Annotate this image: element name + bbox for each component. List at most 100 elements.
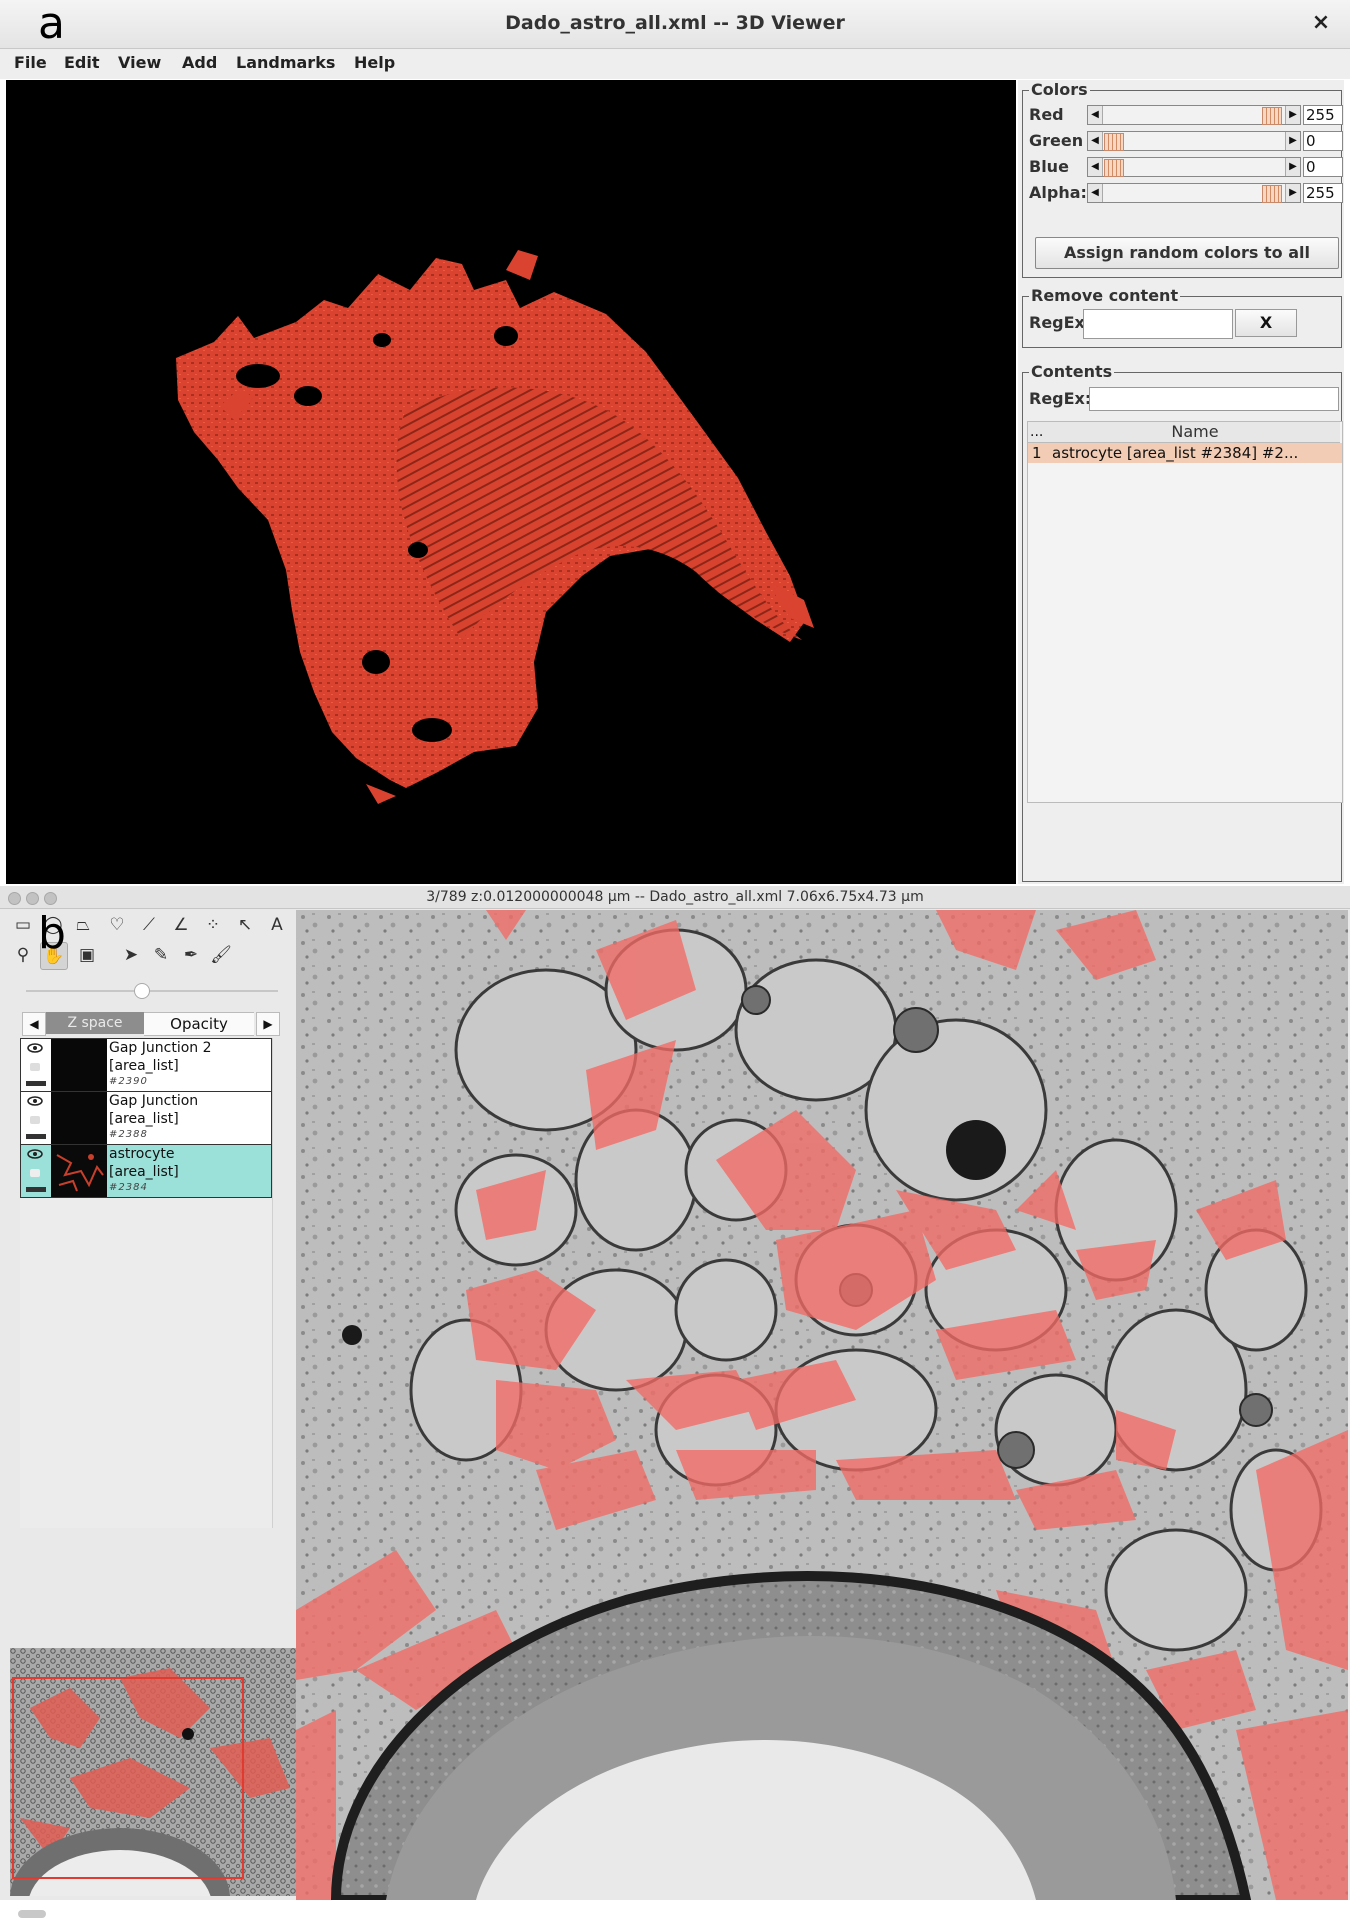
layer-gap-junction-2[interactable]: Gap Junction 2 [area_list] #2390 — [20, 1038, 272, 1092]
layer-thumbnail — [51, 1039, 107, 1091]
status-text: 3/789 z:0.012000000048 µm -- Dado_astro_… — [426, 889, 924, 905]
navigator-minimap[interactable] — [10, 1648, 300, 1918]
contents-table: ... Name 1 astrocyte [area_list #2384] #… — [1027, 421, 1343, 803]
remove-content-title: Remove content — [1029, 286, 1181, 305]
layer-id: #2388 — [109, 1129, 148, 1140]
menu-landmarks[interactable]: Landmarks — [236, 53, 335, 72]
menu-bar: File Edit View Add Landmarks Help — [0, 49, 1350, 79]
color-picker-icon[interactable]: ▣ — [74, 942, 100, 968]
em-image-canvas[interactable] — [296, 910, 1348, 1905]
pen-icon[interactable]: ✒ — [178, 942, 204, 968]
menu-file[interactable]: File — [14, 53, 47, 72]
slider-right-arrow-icon[interactable]: ▶ — [1285, 184, 1300, 202]
text-tool-icon[interactable]: A — [264, 912, 290, 938]
visibility-icons[interactable] — [23, 1147, 51, 1195]
status-bar: 3/789 z:0.012000000048 µm -- Dado_astro_… — [0, 886, 1350, 909]
red-label: Red — [1029, 105, 1064, 124]
layer-type: [area_list] — [109, 1164, 179, 1180]
visibility-icons[interactable] — [23, 1041, 51, 1089]
layer-id: #2384 — [109, 1182, 148, 1193]
contents-group: Contents RegEx: ... Name 1 astrocyte [ar… — [1022, 362, 1343, 882]
polygon-select-icon[interactable]: ⏢ — [70, 912, 96, 938]
menu-help[interactable]: Help — [354, 53, 395, 72]
layer-tabs: ◀ Z space Opacity ▶ — [22, 1012, 284, 1036]
contents-title: Contents — [1029, 362, 1115, 381]
magnifier-icon[interactable]: ⚲ — [10, 942, 36, 968]
tab-opacity[interactable]: Opacity — [144, 1012, 254, 1036]
blue-value[interactable]: 0 — [1303, 157, 1343, 177]
layers-list: Gap Junction 2 [area_list] #2390 Gap Jun… — [20, 1038, 273, 1528]
red-value[interactable]: 255 — [1303, 105, 1343, 125]
layer-name: Gap Junction — [109, 1093, 199, 1109]
assign-random-colors-button[interactable]: Assign random colors to all — [1035, 237, 1339, 269]
window-close-dot[interactable] — [8, 892, 21, 905]
line-tool-icon[interactable]: ⟋ — [136, 912, 162, 938]
blue-label: Blue — [1029, 157, 1069, 176]
rectangle-select-icon[interactable]: ▭ — [10, 912, 36, 938]
brush-icon[interactable]: 🖌 — [208, 942, 234, 968]
layer-id: #2390 — [109, 1076, 148, 1087]
freehand-select-icon[interactable]: ♡ — [104, 912, 130, 938]
close-icon[interactable]: × — [1308, 10, 1334, 36]
layer-thumbnail — [51, 1145, 107, 1197]
viewer-side-panel: Colors Red ◀ ▶ 255 Green ◀ ▶ 0 Blue ◀ ▶ … — [1018, 80, 1344, 884]
pencil-icon[interactable]: ✎ — [148, 942, 174, 968]
panel-label-b: b — [38, 908, 66, 959]
panel-label-a: a — [38, 0, 65, 49]
green-value[interactable]: 0 — [1303, 131, 1343, 151]
slider-left-arrow-icon[interactable]: ◀ — [1088, 158, 1103, 176]
menu-view[interactable]: View — [118, 53, 161, 72]
alpha-value[interactable]: 255 — [1303, 183, 1343, 203]
slider-right-arrow-icon[interactable]: ▶ — [1285, 132, 1300, 150]
wand-icon[interactable]: ↖ — [232, 912, 258, 938]
tab-scroll-left-icon[interactable]: ◀ — [22, 1012, 46, 1036]
z-slider-track[interactable] — [26, 990, 278, 992]
remove-regex-input[interactable] — [1083, 309, 1233, 339]
arrow-select-icon[interactable]: ➤ — [118, 942, 144, 968]
table-row[interactable]: 1 astrocyte [area_list #2384] #2... — [1028, 443, 1342, 463]
row-index: 1 — [1032, 444, 1042, 462]
tools-panel: ▭ ◯ ⏢ ♡ ⟋ ∠ ⁘ ↖ A ⚲ ✋ ▣ ➤ ✎ ✒ 🖌 ◀ Z spac… — [10, 910, 300, 1918]
red-slider-thumb[interactable] — [1262, 107, 1282, 125]
z-slider-knob[interactable] — [134, 983, 150, 999]
slider-left-arrow-icon[interactable]: ◀ — [1088, 184, 1103, 202]
slider-right-arrow-icon[interactable]: ▶ — [1285, 106, 1300, 124]
column-header-index[interactable]: ... — [1028, 422, 1051, 443]
layer-type: [area_list] — [109, 1111, 179, 1127]
tab-scroll-right-icon[interactable]: ▶ — [256, 1012, 280, 1036]
slider-left-arrow-icon[interactable]: ◀ — [1088, 132, 1103, 150]
layer-gap-junction[interactable]: Gap Junction [area_list] #2388 — [20, 1091, 272, 1145]
alpha-slider[interactable]: ◀ ▶ — [1087, 183, 1301, 203]
visibility-icons[interactable] — [23, 1094, 51, 1142]
window-title: Dado_astro_all.xml -- 3D Viewer — [505, 12, 845, 34]
slider-left-arrow-icon[interactable]: ◀ — [1088, 106, 1103, 124]
remove-regex-label: RegEx: — [1029, 313, 1092, 332]
green-slider-thumb[interactable] — [1104, 133, 1124, 151]
column-header-name[interactable]: Name — [1050, 422, 1340, 443]
trakem2-window: 3/789 z:0.012000000048 µm -- Dado_astro_… — [0, 886, 1350, 1918]
3d-viewer-canvas[interactable] — [6, 80, 1016, 884]
contents-regex-label: RegEx: — [1029, 389, 1092, 408]
slider-right-arrow-icon[interactable]: ▶ — [1285, 158, 1300, 176]
green-slider[interactable]: ◀ ▶ — [1087, 131, 1301, 151]
remove-content-button[interactable]: X — [1235, 309, 1297, 337]
menu-edit[interactable]: Edit — [64, 53, 100, 72]
contents-regex-input[interactable] — [1089, 387, 1339, 411]
blue-slider-thumb[interactable] — [1104, 159, 1124, 177]
minimap-scrollbar[interactable] — [18, 1910, 46, 1918]
blue-slider[interactable]: ◀ ▶ — [1087, 157, 1301, 177]
alpha-slider-thumb[interactable] — [1262, 185, 1282, 203]
colors-group: Colors Red ◀ ▶ 255 Green ◀ ▶ 0 Blue ◀ ▶ … — [1022, 80, 1343, 278]
layer-astrocyte[interactable]: astrocyte [area_list] #2384 — [20, 1144, 272, 1198]
row-name: astrocyte [area_list #2384] #2... — [1052, 444, 1299, 462]
red-slider[interactable]: ◀ ▶ — [1087, 105, 1301, 125]
green-label: Green — [1029, 131, 1084, 150]
layer-type: [area_list] — [109, 1058, 179, 1074]
tab-z-space[interactable]: Z space — [46, 1012, 144, 1034]
menu-add[interactable]: Add — [182, 53, 217, 72]
astrocyte-3d-render — [176, 250, 814, 804]
angle-tool-icon[interactable]: ∠ — [168, 912, 194, 938]
point-tool-icon[interactable]: ⁘ — [200, 912, 226, 938]
layer-name: astrocyte — [109, 1146, 175, 1162]
dark-organelle — [946, 1120, 1006, 1180]
